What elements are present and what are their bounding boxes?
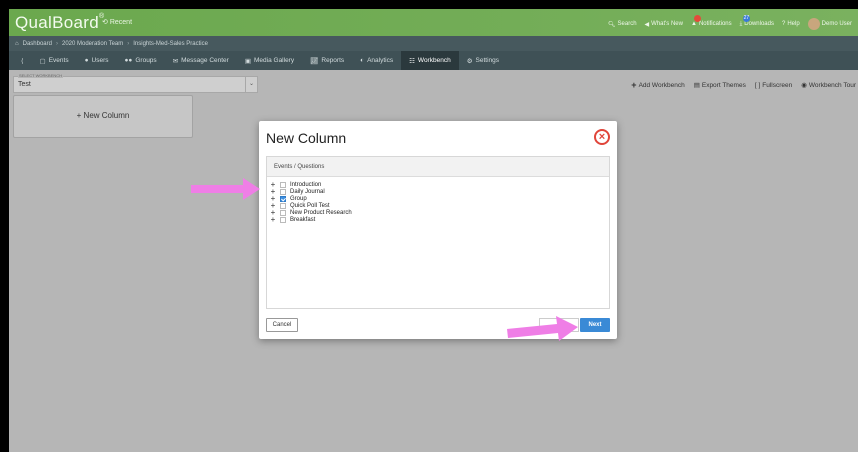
tree-item: + Group	[269, 195, 609, 203]
checkbox-checked[interactable]	[280, 195, 286, 202]
workbench-toolbar: + Add Workbench ▤ Export Themes [ ] Fullscr…	[631, 80, 856, 90]
downloads-badge: 27	[742, 14, 751, 22]
nav-analytics[interactable]: ◐ Analytics	[352, 51, 401, 70]
main-nav: ⟨ ▢ Events ● Users ●● Groups ✉ Message Cente…	[9, 51, 858, 70]
checkbox[interactable]	[280, 188, 286, 195]
expand-icon: [ ]	[754, 81, 761, 89]
tree-item: + Daily Journal	[269, 188, 609, 196]
document-icon: ▤	[693, 82, 700, 89]
workbench-select-label: SELECT WORKBENCH	[18, 73, 64, 78]
nav-reports[interactable]: 📈︎ Reports	[302, 51, 352, 70]
top-right-menu: 🔍︎ Search ◀ What's New ▲ Notifications 27 ⤓ D…	[608, 14, 852, 30]
checkbox[interactable]	[280, 216, 286, 223]
help-link[interactable]: ? Help	[782, 21, 800, 27]
tree-item-label: Daily Journal	[290, 188, 325, 195]
notifications-badge	[693, 15, 701, 22]
workbench-select-value: Test	[18, 81, 31, 88]
events-questions-panel: Events / Questions + Introduction + Daily …	[266, 156, 610, 309]
next-button[interactable]: Next	[580, 318, 610, 332]
user-icon: ●	[84, 57, 89, 64]
help-icon: ?	[781, 21, 786, 27]
new-column-label: + New Column	[76, 111, 130, 120]
search-icon: 🔍︎	[607, 21, 616, 28]
expand-icon[interactable]: +	[269, 216, 277, 224]
tree-item-label: Quick Poll Test	[290, 202, 330, 209]
analytics-icon: ◐	[360, 57, 365, 64]
chevron-down-icon: ⌄	[245, 77, 257, 92]
chart-icon: 📈︎	[310, 57, 319, 65]
new-column-card[interactable]: + New Column	[13, 95, 193, 138]
breadcrumb-team[interactable]: 2020 Moderation Team	[62, 41, 123, 51]
annotation-arrow-left	[191, 178, 260, 200]
downloads-link[interactable]: 27 ⤓ Downloads	[739, 14, 774, 28]
recent-link[interactable]: ⟲ Recent	[102, 18, 132, 26]
megaphone-icon: ◀	[644, 21, 650, 28]
plus-icon: +	[631, 80, 637, 90]
fullscreen-button[interactable]: [ ] Fullscreen	[755, 80, 792, 90]
events-tree: + Introduction + Daily Journal + Group + Qui…	[267, 177, 609, 224]
checkbox[interactable]	[280, 202, 286, 209]
nav-workbench[interactable]: ☷ Workbench	[401, 51, 459, 70]
nav-message-center[interactable]: ✉ Message Center	[165, 51, 237, 70]
nav-settings[interactable]: ⚙ Settings	[459, 51, 507, 70]
tree-item-label: Introduction	[290, 181, 322, 188]
new-column-modal: New Column × Events / Questions + Introdu…	[259, 121, 617, 339]
gear-icon: ⚙	[466, 57, 473, 65]
nav-back[interactable]: ⟨	[13, 51, 32, 70]
tree-item: + New Product Research	[269, 209, 609, 217]
nav-events[interactable]: ▢ Events	[32, 51, 77, 70]
history-icon: ⟲	[102, 19, 108, 26]
users-icon: ●●	[124, 57, 133, 64]
workbench-tour-button[interactable]: ◉ Workbench Tour	[801, 80, 856, 90]
top-bar: QualBoard® ⟲ Recent 🔍︎ Search ◀ What's New…	[9, 9, 858, 36]
globe-icon: ◉	[801, 82, 807, 89]
annotation-arrow-next	[507, 316, 578, 341]
nav-groups[interactable]: ●● Groups	[117, 51, 165, 70]
tree-item: + Breakfast	[269, 216, 609, 224]
tree-item: + Introduction	[269, 181, 609, 189]
brand-logo[interactable]: QualBoard®	[15, 13, 104, 33]
breadcrumb-separator: ›	[55, 41, 58, 47]
home-icon: ⌂	[15, 41, 19, 47]
add-workbench-button[interactable]: + Add Workbench	[631, 80, 684, 90]
search-link[interactable]: 🔍︎ Search	[608, 21, 637, 28]
tree-item-label: Breakfast	[290, 216, 316, 223]
back-icon: ⟨	[21, 57, 24, 65]
modal-title: New Column	[266, 130, 347, 146]
envelope-icon: ✉	[172, 57, 179, 65]
nav-users[interactable]: ● Users	[77, 51, 117, 70]
notifications-link[interactable]: ▲ Notifications	[691, 15, 732, 27]
breadcrumb-dashboard[interactable]: Dashboard	[23, 41, 52, 51]
user-menu[interactable]: Demo User	[807, 18, 852, 30]
breadcrumb-separator: ›	[127, 41, 130, 47]
grid-icon: ☷	[409, 57, 415, 65]
avatar	[807, 18, 820, 30]
breadcrumb: ⌂ Dashboard › 2020 Moderation Team › Ins…	[9, 36, 858, 51]
close-icon[interactable]: ×	[594, 129, 610, 145]
whats-new-link[interactable]: ◀ What's New	[645, 21, 683, 28]
panel-header: Events / Questions	[267, 157, 609, 177]
image-icon: ▣	[244, 57, 251, 65]
app-window: QualBoard® ⟲ Recent 🔍︎ Search ◀ What's New…	[9, 9, 858, 452]
download-icon: ⤓	[739, 20, 743, 27]
checkbox[interactable]	[280, 209, 286, 216]
calendar-icon: ▢	[39, 57, 46, 65]
tree-item-label: Group	[290, 195, 307, 202]
workbench-select[interactable]: SELECT WORKBENCH Test ⌄	[13, 73, 258, 93]
tree-item-label: New Product Research	[290, 209, 352, 216]
cancel-button[interactable]: Cancel	[266, 318, 298, 332]
tree-item: + Quick Poll Test	[269, 202, 609, 210]
checkbox[interactable]	[280, 181, 286, 188]
export-themes-button[interactable]: ▤ Export Themes	[694, 80, 746, 90]
nav-media-gallery[interactable]: ▣ Media Gallery	[237, 51, 302, 70]
breadcrumb-project[interactable]: Insights-Med-Sales Practice	[133, 41, 208, 51]
